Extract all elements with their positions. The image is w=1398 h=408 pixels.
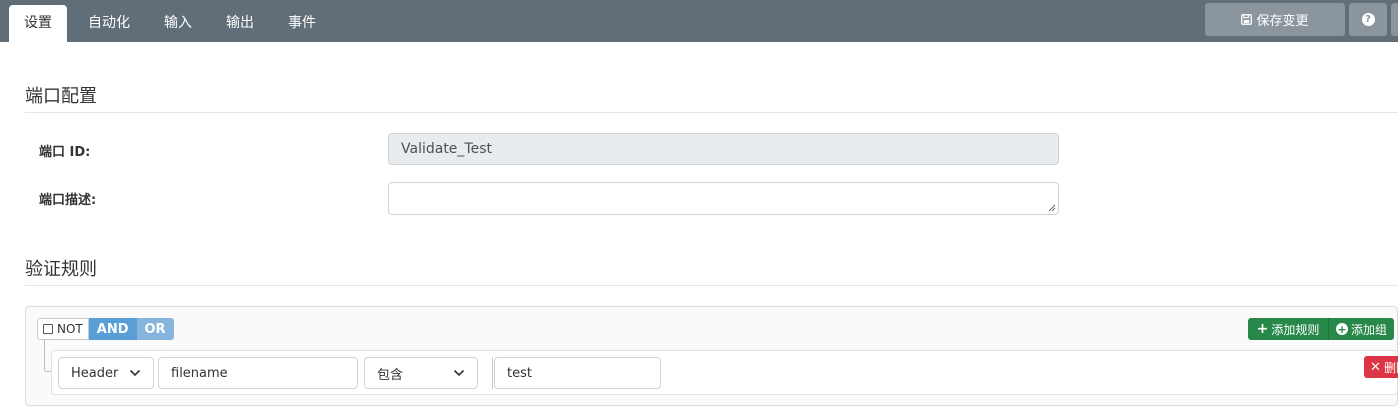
- add-rule-button[interactable]: + 添加规则: [1248, 318, 1328, 340]
- tab-events[interactable]: 事件: [275, 5, 329, 42]
- add-group-button[interactable]: + 添加组: [1328, 318, 1394, 340]
- port-id-value: Validate_Test: [401, 141, 492, 157]
- validation-rules-title: 验证规则: [25, 259, 97, 280]
- add-group-label: 添加组: [1350, 322, 1387, 337]
- port-id-field: Validate_Test: [388, 133, 1059, 165]
- tab-settings[interactable]: 设置: [9, 5, 67, 42]
- rule-row: Header filename 包含 test ✕ 删除: [51, 350, 1398, 395]
- tab-input[interactable]: 输入: [151, 5, 205, 42]
- rule-value-input[interactable]: test: [494, 357, 661, 389]
- field-type-select[interactable]: Header: [58, 357, 154, 389]
- port-desc-label: 端口描述:: [39, 193, 97, 208]
- tab-list: 设置 自动化 输入 输出 事件: [9, 5, 337, 42]
- field-type-value: Header: [71, 365, 119, 381]
- value-divider: [492, 357, 493, 389]
- section-divider: [25, 285, 1398, 286]
- port-config-title: 端口配置: [25, 86, 97, 107]
- close-icon: ✕: [1370, 359, 1381, 375]
- port-id-label: 端口 ID:: [39, 145, 91, 160]
- delete-rule-button[interactable]: ✕ 删除: [1364, 356, 1398, 378]
- tab-automation[interactable]: 自动化: [75, 5, 143, 42]
- port-desc-textarea[interactable]: [388, 182, 1059, 215]
- chevron-down-icon: [453, 369, 465, 377]
- rule-value: test: [507, 365, 532, 381]
- section-divider: [25, 112, 1398, 113]
- not-checkbox-button[interactable]: NOT: [37, 318, 89, 340]
- checkbox-icon: [43, 324, 53, 334]
- delete-label: 删除: [1383, 360, 1398, 375]
- plus-icon: +: [1256, 321, 1269, 337]
- floppy-disk-icon: [1241, 14, 1253, 25]
- condition-toggle-group: NOT AND OR: [37, 318, 174, 340]
- and-button[interactable]: AND: [88, 318, 137, 340]
- save-changes-button[interactable]: 保存变更: [1205, 3, 1345, 36]
- not-label: NOT: [57, 322, 83, 336]
- save-button-label: 保存变更: [1256, 14, 1309, 29]
- overflow-button[interactable]: [1391, 3, 1398, 36]
- field-name-value: filename: [171, 365, 228, 381]
- operator-select[interactable]: 包含: [364, 357, 478, 389]
- question-icon: ?: [1361, 13, 1375, 26]
- or-button[interactable]: OR: [136, 318, 174, 340]
- tab-output[interactable]: 输出: [213, 5, 267, 42]
- chevron-down-icon: [129, 369, 141, 377]
- help-button[interactable]: ?: [1349, 3, 1387, 36]
- add-rule-label: 添加规则: [1271, 322, 1320, 337]
- operator-value: 包含: [377, 367, 404, 383]
- field-name-input[interactable]: filename: [158, 357, 358, 389]
- query-builder: NOT AND OR + 添加规则 + 添加组 Header filename …: [25, 306, 1398, 406]
- top-nav-bar: 设置 自动化 输入 输出 事件 保存变更 ?: [0, 0, 1398, 42]
- resize-grip-icon[interactable]: [1048, 204, 1056, 212]
- plus-circle-icon: +: [1335, 322, 1348, 336]
